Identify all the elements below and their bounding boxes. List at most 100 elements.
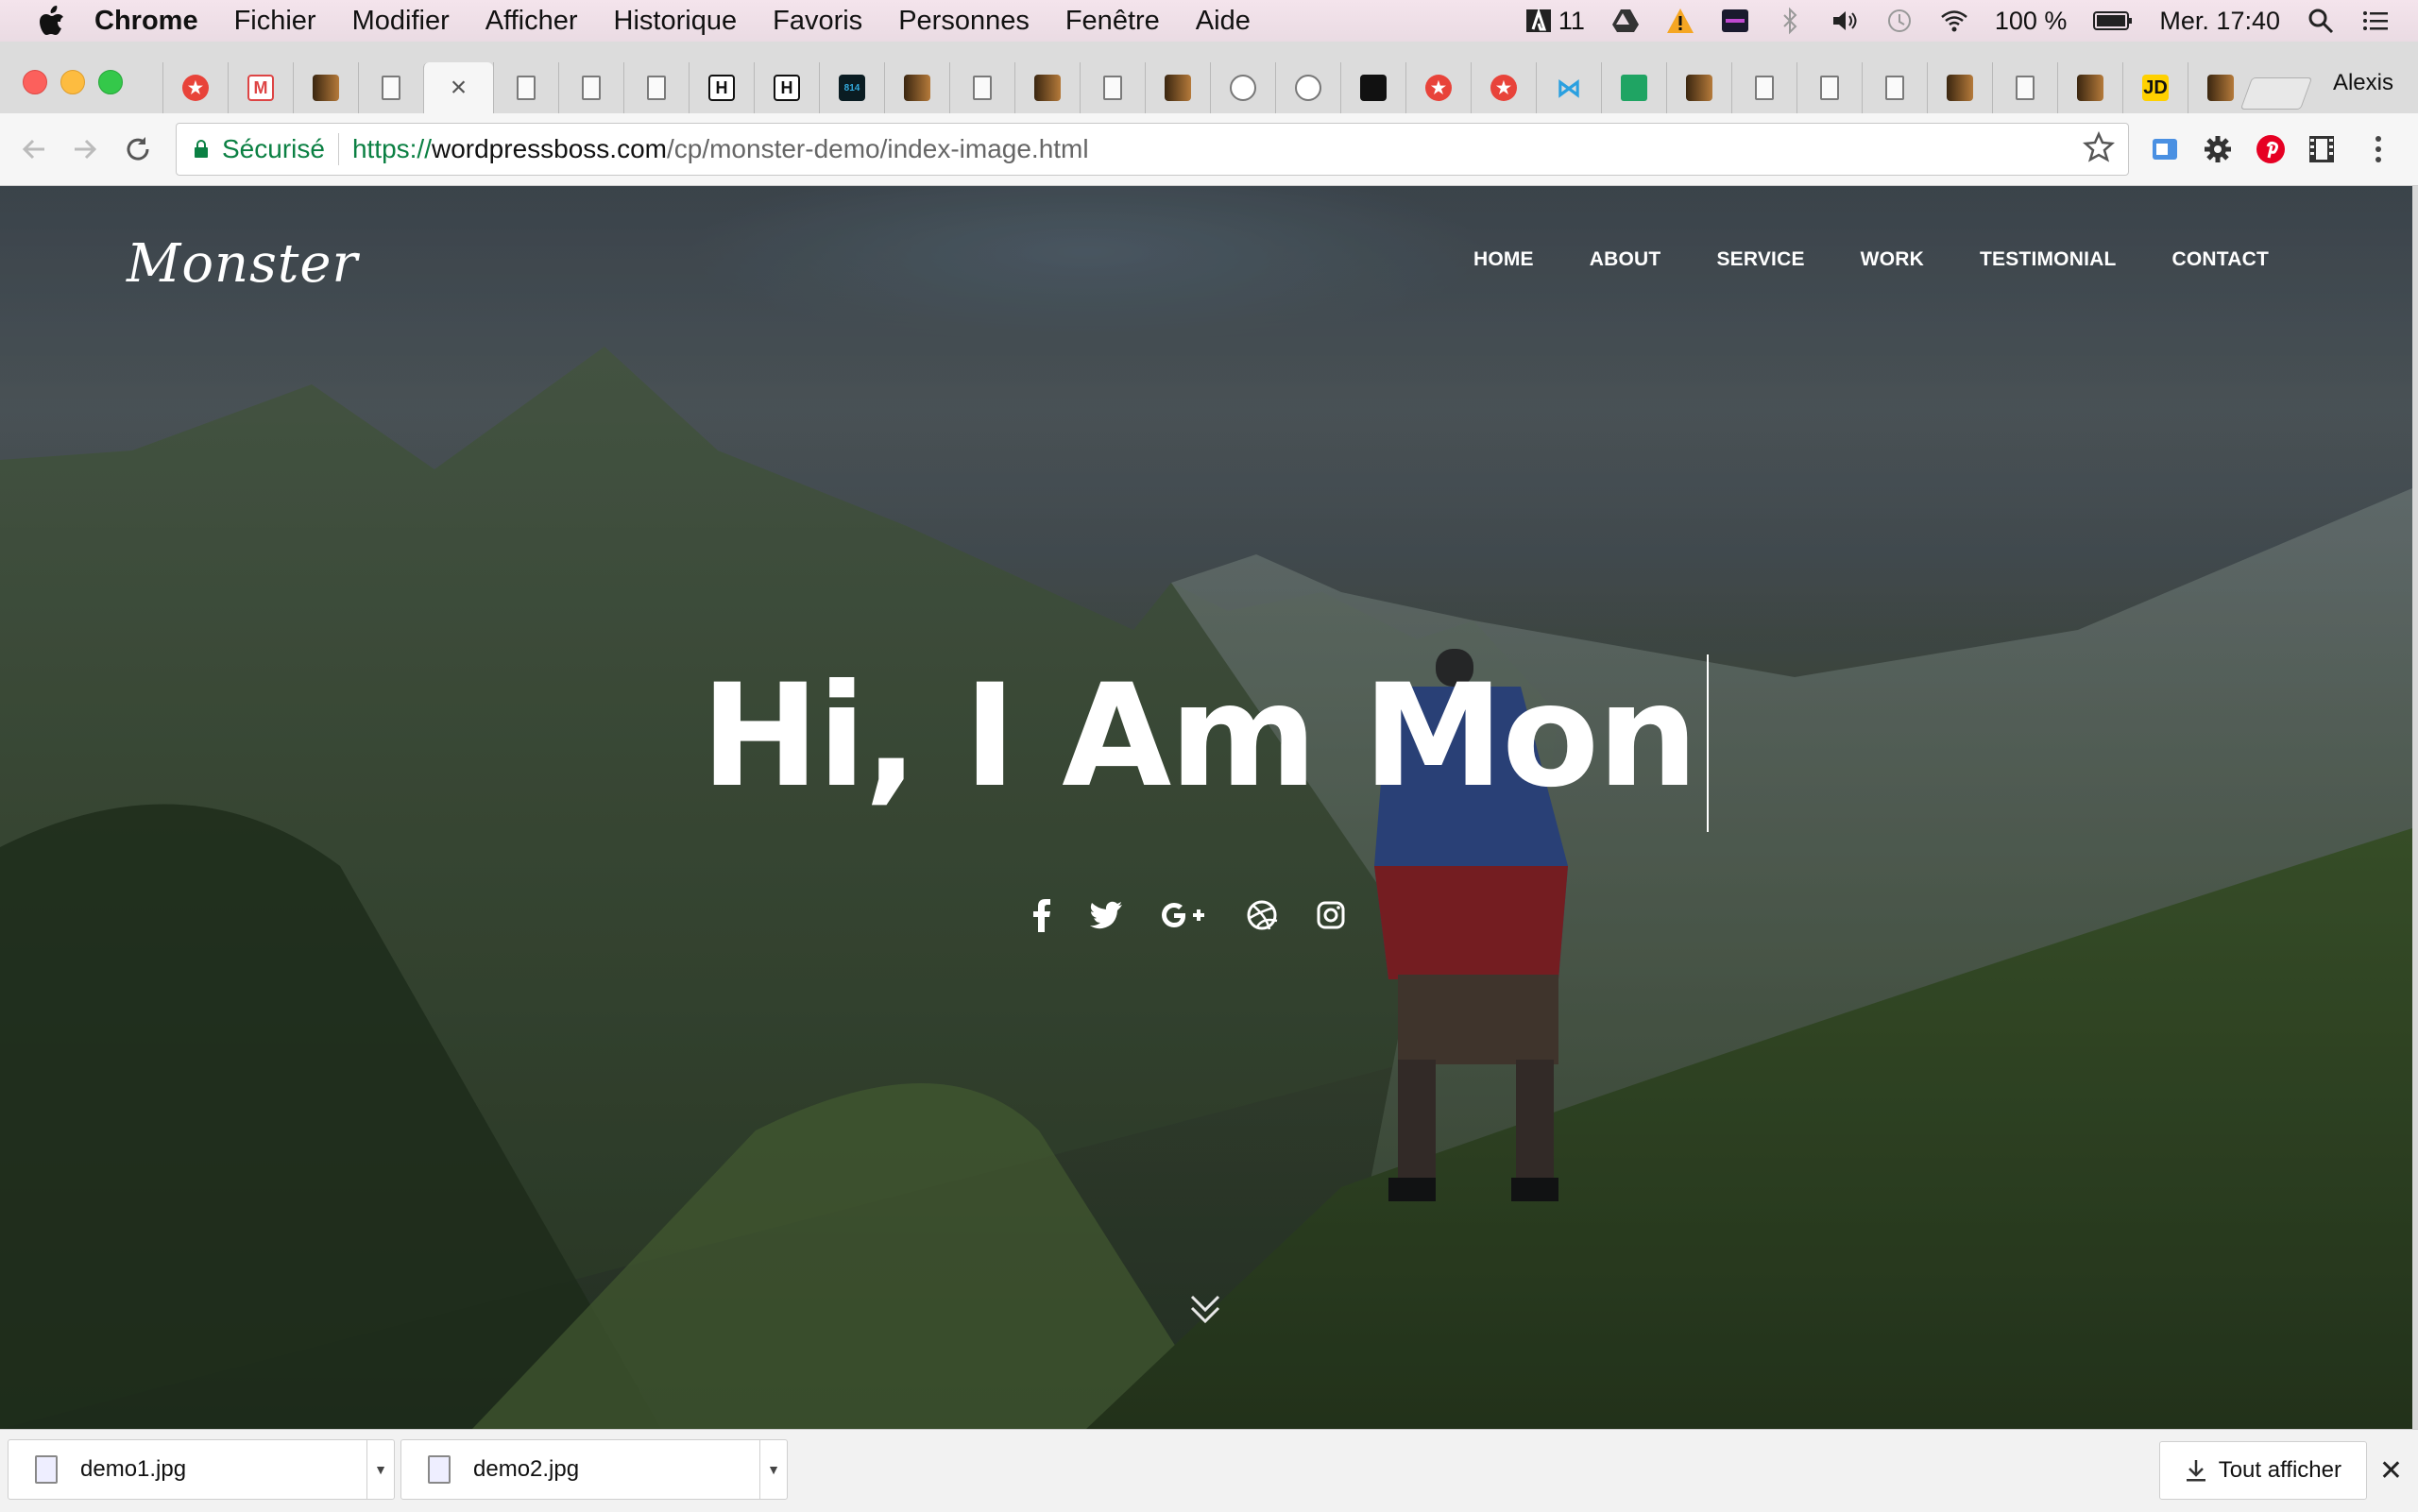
page-icon — [1755, 76, 1774, 100]
new-tab-button[interactable] — [2239, 77, 2313, 110]
google-plus-icon[interactable] — [1161, 894, 1208, 936]
notification-center-icon[interactable] — [2361, 7, 2390, 35]
window-close-button[interactable] — [23, 70, 47, 94]
bookmark-star-icon[interactable] — [2083, 131, 2115, 163]
nav-home[interactable]: HOME — [1473, 248, 1534, 271]
window-minimize-button[interactable] — [60, 70, 85, 94]
nav-work[interactable]: WORK — [1861, 248, 1924, 271]
wifi-icon[interactable] — [1940, 7, 1968, 35]
dribbble-icon[interactable] — [1246, 894, 1278, 936]
extension-film[interactable] — [2303, 130, 2341, 168]
browser-tab[interactable]: H — [754, 62, 819, 113]
spotlight-search-icon[interactable] — [2307, 7, 2335, 35]
menu-personnes[interactable]: Personnes — [898, 6, 1030, 37]
nav-contact[interactable]: CONTACT — [2172, 248, 2270, 271]
browser-tab[interactable]: JD — [2122, 62, 2188, 113]
apple-icon[interactable] — [38, 5, 66, 37]
browser-tab[interactable] — [623, 62, 689, 113]
menu-app-name[interactable]: Chrome — [94, 6, 198, 37]
browser-tab[interactable] — [884, 62, 949, 113]
browser-tab[interactable] — [1601, 62, 1666, 113]
extension-pinterest[interactable] — [2252, 130, 2290, 168]
back-button[interactable] — [17, 132, 51, 166]
menu-afficher[interactable]: Afficher — [485, 6, 578, 37]
browser-tab[interactable] — [949, 62, 1014, 113]
forward-button[interactable] — [68, 132, 102, 166]
security-label[interactable]: Sécurisé — [222, 134, 325, 164]
browser-tab[interactable] — [293, 62, 358, 113]
menu-historique[interactable]: Historique — [614, 6, 738, 37]
browser-tab[interactable] — [1992, 62, 2057, 113]
browser-tab[interactable] — [558, 62, 623, 113]
google-drive-icon[interactable] — [1611, 7, 1640, 35]
browser-tab[interactable]: ★ — [1405, 62, 1471, 113]
browser-tab[interactable] — [1210, 62, 1275, 113]
window-maximize-button[interactable] — [98, 70, 123, 94]
browser-tab[interactable] — [2057, 62, 2122, 113]
download-item-demo1[interactable]: demo1.jpg ▼ — [8, 1439, 395, 1500]
menu-favoris[interactable]: Favoris — [773, 6, 862, 37]
menu-aide[interactable]: Aide — [1196, 6, 1251, 37]
browser-tab[interactable]: × — [423, 62, 493, 113]
screen-app-icon[interactable] — [1721, 7, 1749, 35]
browser-tab[interactable]: 814 — [819, 62, 884, 113]
nav-testimonial[interactable]: TESTIMONIAL — [1980, 248, 2117, 271]
browser-tab[interactable] — [493, 62, 558, 113]
lock-icon — [195, 140, 208, 158]
battery-percent[interactable]: 100 % — [1995, 7, 2068, 36]
browser-tab[interactable] — [1275, 62, 1340, 113]
browser-tab[interactable]: ★ — [1471, 62, 1536, 113]
dark-app-icon: 814 — [839, 75, 865, 101]
typing-cursor — [1707, 654, 1709, 832]
web-page: Monster HOME ABOUT SERVICE WORK TESTIMON… — [0, 186, 2412, 1429]
profile-button[interactable]: Alexis — [2333, 70, 2393, 96]
menu-modifier[interactable]: Modifier — [352, 6, 450, 37]
extension-translate[interactable] — [2146, 130, 2184, 168]
volume-icon[interactable] — [1831, 7, 1859, 35]
menu-fichier[interactable]: Fichier — [234, 6, 316, 37]
close-download-shelf-icon[interactable]: ✕ — [2379, 1454, 2403, 1487]
close-icon[interactable]: × — [451, 72, 468, 104]
browser-tab[interactable] — [358, 62, 423, 113]
instagram-icon[interactable] — [1316, 894, 1346, 936]
site-logo[interactable]: Monster — [127, 233, 358, 295]
battery-icon[interactable] — [2093, 7, 2133, 35]
book-cover-icon — [2077, 75, 2103, 101]
menu-fenetre[interactable]: Fenêtre — [1065, 6, 1160, 37]
target-icon — [1360, 75, 1387, 101]
browser-tab[interactable]: ★ — [162, 62, 228, 113]
address-bar[interactable]: Sécurisé https:// wordpressboss.com /cp/… — [176, 123, 2129, 176]
nav-service[interactable]: SERVICE — [1716, 248, 1804, 271]
download-options-dropdown[interactable]: ▼ — [759, 1440, 787, 1499]
browser-tab[interactable] — [1014, 62, 1080, 113]
browser-menu-button[interactable] — [2359, 130, 2397, 168]
twitter-icon[interactable] — [1089, 894, 1123, 936]
browser-tab[interactable] — [1666, 62, 1731, 113]
reload-button[interactable] — [121, 132, 155, 166]
macos-menu-bar: Chrome Fichier Modifier Afficher Histori… — [0, 0, 2418, 42]
show-all-downloads-button[interactable]: Tout afficher — [2158, 1441, 2367, 1500]
facebook-icon[interactable] — [1032, 894, 1051, 936]
browser-tab[interactable]: ⋈ — [1536, 62, 1601, 113]
browser-tab[interactable]: H — [689, 62, 754, 113]
browser-tab[interactable] — [1340, 62, 1405, 113]
time-machine-icon[interactable] — [1885, 7, 1914, 35]
browser-tab[interactable] — [1731, 62, 1796, 113]
nav-about[interactable]: ABOUT — [1590, 248, 1661, 271]
book-cover-icon — [904, 75, 930, 101]
download-item-demo2[interactable]: demo2.jpg ▼ — [400, 1439, 788, 1500]
bluetooth-icon[interactable] — [1776, 7, 1804, 35]
double-chevron-down-icon[interactable] — [1186, 1291, 1224, 1329]
browser-tab[interactable] — [1145, 62, 1210, 113]
browser-tab[interactable] — [1796, 62, 1862, 113]
clock[interactable]: Mer. 17:40 — [2159, 7, 2280, 36]
browser-tab[interactable] — [1862, 62, 1927, 113]
warning-icon[interactable] — [1666, 7, 1694, 35]
browser-tab[interactable] — [1927, 62, 1992, 113]
adobe-status[interactable]: 11 — [1524, 7, 1585, 36]
browser-tab[interactable]: M — [228, 62, 293, 113]
page-scrollbar[interactable] — [2412, 186, 2418, 1429]
extension-settings[interactable] — [2199, 130, 2237, 168]
download-options-dropdown[interactable]: ▼ — [366, 1440, 394, 1499]
browser-tab[interactable] — [1080, 62, 1145, 113]
